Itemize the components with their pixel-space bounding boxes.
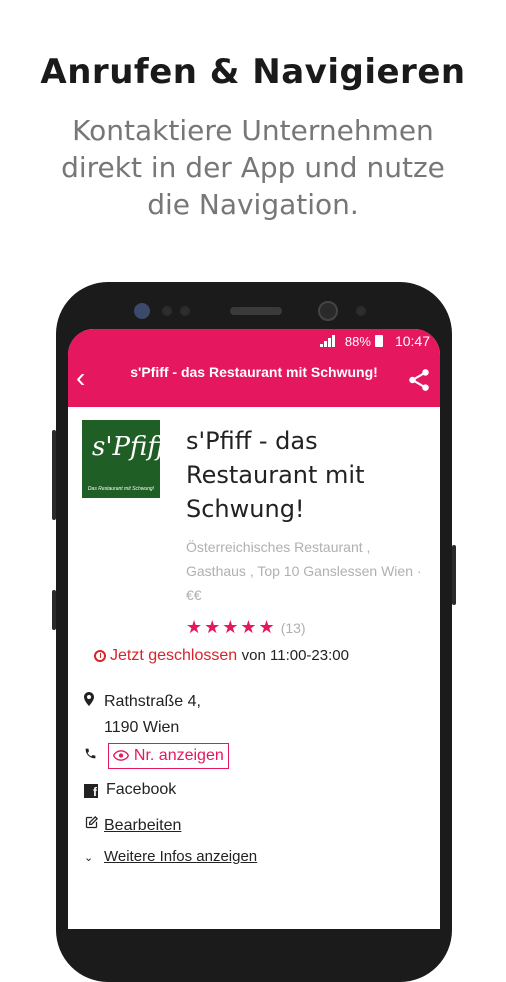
clock-icon bbox=[94, 650, 106, 662]
location-pin-icon bbox=[84, 689, 104, 715]
phone-icon bbox=[84, 747, 104, 764]
opening-hours: Jetzt geschlossen von 11:00-23:00 bbox=[94, 647, 349, 665]
app-bar: ‹ s'Pfiff - das Restaurant mit Schwung! bbox=[68, 353, 440, 407]
promo-headline: Anrufen & Navigieren bbox=[40, 52, 466, 92]
phone-side-button-left-2 bbox=[52, 590, 56, 630]
phone-side-button-left bbox=[52, 430, 56, 520]
show-number-button[interactable]: Nr. anzeigen bbox=[108, 743, 229, 769]
phone-screen: 88% 10:47 ‹ s'Pfiff - das Restaurant mit… bbox=[68, 329, 440, 929]
battery-icon bbox=[374, 335, 383, 347]
edit-label: Bearbeiten bbox=[104, 817, 182, 834]
show-number-label: Nr. anzeigen bbox=[133, 747, 224, 764]
business-categories: Österreichisches Restaurant , Gasthaus ,… bbox=[186, 539, 422, 603]
address-line-1: Rathstraße 4, bbox=[104, 693, 201, 710]
eye-icon bbox=[113, 750, 130, 761]
app-bar-title: s'Pfiff - das Restaurant mit Schwung! bbox=[130, 364, 378, 380]
share-icon[interactable] bbox=[406, 367, 432, 393]
logo-wordmark: s'Pfiff bbox=[92, 432, 166, 462]
iris-camera-icon bbox=[318, 301, 338, 321]
edit-link[interactable]: Bearbeiten bbox=[84, 815, 181, 835]
chevron-left-icon[interactable]: ‹ bbox=[76, 363, 85, 393]
hours-range: von 11:00-23:00 bbox=[241, 647, 349, 664]
facebook-icon: f bbox=[84, 784, 98, 799]
chevron-down-icon: ⌄ bbox=[84, 852, 94, 864]
earpiece-speaker bbox=[230, 307, 282, 315]
more-info-link[interactable]: ⌄ Weitere Infos anzeigen bbox=[84, 848, 257, 865]
promo-subtitle: Kontaktiere Unternehmen direkt in der Ap… bbox=[61, 114, 445, 221]
rating-count: (13) bbox=[280, 620, 306, 636]
phone-side-button-right bbox=[452, 545, 456, 605]
rating-stars: ★★★★★ bbox=[186, 617, 277, 637]
sensor-dot bbox=[356, 306, 366, 316]
status-time: 10:47 bbox=[394, 333, 430, 349]
business-logo: s'Pfiff Das Restaurant mit Schwung! bbox=[82, 420, 166, 498]
signal-icon bbox=[319, 335, 335, 347]
facebook-label: Facebook bbox=[106, 781, 177, 798]
status-closed: Jetzt geschlossen bbox=[110, 647, 238, 664]
sensor-dot bbox=[180, 306, 190, 316]
phone-number-row: Nr. anzeigen bbox=[84, 743, 229, 769]
rating[interactable]: ★★★★★ (13) bbox=[186, 617, 306, 638]
logo-tagline: Das Restaurant mit Schwung! bbox=[87, 486, 155, 492]
business-name: s'Pfiff - das Restaurant mit Schwung! bbox=[186, 427, 365, 523]
edit-icon bbox=[84, 815, 104, 834]
front-camera-icon bbox=[134, 303, 150, 319]
battery-percent: 88% bbox=[344, 333, 371, 349]
sensor-dot bbox=[162, 306, 172, 316]
more-info-label: Weitere Infos anzeigen bbox=[104, 848, 258, 865]
address-row[interactable]: Rathstraße 4, 1190 Wien bbox=[84, 689, 201, 741]
facebook-link[interactable]: f Facebook bbox=[84, 781, 176, 799]
address-line-2: 1190 Wien bbox=[104, 719, 180, 736]
status-bar: 88% 10:47 bbox=[68, 329, 440, 353]
